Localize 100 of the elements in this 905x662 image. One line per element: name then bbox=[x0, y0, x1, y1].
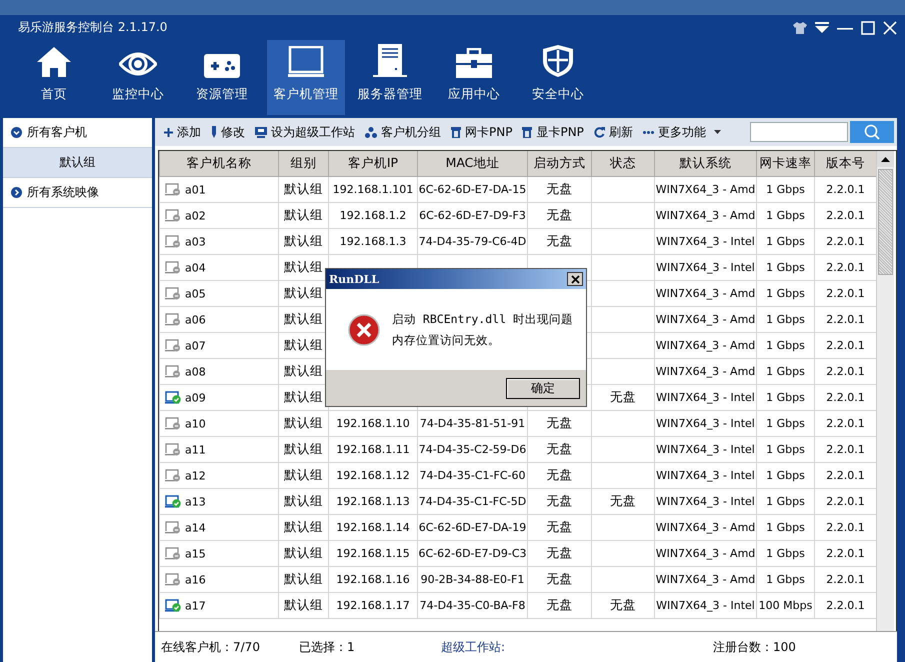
column-header[interactable]: 启动方式 bbox=[528, 151, 592, 176]
table-cell: 默认组 bbox=[278, 202, 328, 228]
table-cell: 1 Gbps bbox=[756, 202, 814, 228]
table-cell: WIN7X64_3 - Intel bbox=[654, 462, 756, 488]
sidebar-item[interactable]: 默认组 bbox=[3, 148, 152, 178]
nav-tab[interactable]: 监控中心 bbox=[99, 40, 177, 115]
toolbar-button[interactable]: 客户机分组 bbox=[360, 124, 446, 140]
table-cell: WIN7X64_3 - Intel bbox=[654, 228, 756, 254]
table-cell: 默认组 bbox=[278, 176, 328, 202]
toolbar-button[interactable]: 网卡PNP bbox=[446, 124, 518, 140]
ok-button[interactable]: 确定 bbox=[506, 378, 580, 398]
gamepad-icon bbox=[204, 54, 240, 78]
status-text[interactable]: 超级工作站: bbox=[441, 638, 713, 656]
table-cell: a15 bbox=[160, 540, 278, 566]
scroll-up-button[interactable] bbox=[877, 151, 894, 167]
status-text: 注册台数：100 bbox=[713, 638, 796, 656]
close-icon[interactable] bbox=[883, 20, 897, 34]
close-button[interactable] bbox=[567, 272, 583, 286]
table-cell: a14 bbox=[160, 514, 278, 540]
table-cell: 1 Gbps bbox=[756, 410, 814, 436]
column-header[interactable]: 网卡速率 bbox=[756, 151, 814, 176]
shirt-icon[interactable] bbox=[793, 22, 807, 34]
more-icon bbox=[642, 130, 654, 134]
table-cell: 无盘 bbox=[592, 384, 654, 410]
table-cell: WIN7X64_3 - Amd bbox=[654, 358, 756, 384]
nav-tab[interactable]: 应用中心 bbox=[435, 40, 513, 115]
table-cell: 默认组 bbox=[278, 514, 328, 540]
monitor-icon bbox=[255, 126, 267, 138]
search-field[interactable] bbox=[750, 122, 848, 142]
table-cell: 1 Gbps bbox=[756, 176, 814, 202]
table-cell: 无盘 bbox=[528, 410, 592, 436]
table-cell: a05 bbox=[160, 280, 278, 306]
table-cell: 192.168.1.11 bbox=[328, 436, 418, 462]
column-header[interactable]: 默认系统 bbox=[654, 151, 756, 176]
table-cell: 192.168.1.3 bbox=[328, 228, 418, 254]
dialog-message: 内存位置访问无效。 bbox=[392, 332, 501, 348]
error-icon bbox=[348, 314, 380, 346]
table-cell: WIN7X64_3 - Amd bbox=[654, 176, 756, 202]
table-cell: 74-D4-35-C1-FC-60 bbox=[418, 462, 528, 488]
table-cell: a04 bbox=[160, 254, 278, 280]
table-cell: 无盘 bbox=[528, 462, 592, 488]
table-cell: WIN7X64_3 - Amd bbox=[654, 332, 756, 358]
toolbar-button[interactable]: 修改 bbox=[206, 124, 250, 140]
monitor-icon bbox=[288, 46, 324, 78]
toolbar-button[interactable]: 刷新 bbox=[588, 124, 638, 140]
table-cell: 无盘 bbox=[528, 228, 592, 254]
column-header[interactable]: 状态 bbox=[592, 151, 654, 176]
scrollbar[interactable] bbox=[876, 151, 894, 631]
nav-tab[interactable]: 服务器管理 bbox=[351, 40, 429, 115]
table-cell: WIN7X64_3 - Amd bbox=[654, 306, 756, 332]
server-icon bbox=[373, 44, 407, 78]
dialog-title: RunDLL bbox=[329, 272, 380, 286]
column-header[interactable]: 客户机名称 bbox=[160, 151, 278, 176]
eye-icon bbox=[119, 50, 157, 78]
column-header[interactable]: 版本号 bbox=[814, 151, 876, 176]
search-button[interactable] bbox=[850, 121, 894, 143]
nav-tab[interactable]: 安全中心 bbox=[519, 40, 597, 115]
shield-icon bbox=[542, 44, 574, 78]
table-cell: a12 bbox=[160, 462, 278, 488]
toolbar-button[interactable]: 设为超级工作站 bbox=[250, 124, 360, 140]
table-cell: 1 Gbps bbox=[756, 488, 814, 514]
up-arrow-icon bbox=[881, 156, 890, 162]
table-cell: WIN7X64_3 - Intel bbox=[654, 436, 756, 462]
caret-icon bbox=[714, 130, 721, 134]
toolbox-icon bbox=[456, 48, 492, 78]
table-cell: 192.168.1.12 bbox=[328, 462, 418, 488]
toolbar-button[interactable]: 更多功能 bbox=[638, 124, 726, 140]
table-cell: a07 bbox=[160, 332, 278, 358]
plus-icon bbox=[164, 128, 173, 136]
table-cell: 1 Gbps bbox=[756, 280, 814, 306]
table-cell: 默认组 bbox=[278, 410, 328, 436]
toolbar-button[interactable]: 添加 bbox=[159, 124, 206, 140]
table-cell: 6C-62-6D-E7-DA-19 bbox=[418, 514, 528, 540]
column-header[interactable]: 组别 bbox=[278, 151, 328, 176]
table-cell: 默认组 bbox=[278, 540, 328, 566]
table-cell: 1 Gbps bbox=[756, 384, 814, 410]
table-cell: 1 Gbps bbox=[756, 254, 814, 280]
nav-tab[interactable]: 首页 bbox=[15, 40, 93, 115]
table-cell: 6C-62-6D-E7-D9-F3 bbox=[418, 202, 528, 228]
table-cell: 192.168.1.101 bbox=[328, 176, 418, 202]
table-cell: 192.168.1.14 bbox=[328, 514, 418, 540]
scroll-thumb[interactable] bbox=[878, 169, 893, 275]
table-cell: 1 Gbps bbox=[756, 462, 814, 488]
search-icon bbox=[864, 124, 880, 140]
table-cell: 1 Gbps bbox=[756, 228, 814, 254]
column-header[interactable]: 客户机IP bbox=[328, 151, 418, 176]
table-cell: 1 Gbps bbox=[756, 514, 814, 540]
dropdown-icon[interactable] bbox=[815, 22, 829, 34]
nav-tab[interactable]: 资源管理 bbox=[183, 40, 261, 115]
close-icon bbox=[570, 274, 580, 284]
sidebar-item[interactable]: 所有系统映像 bbox=[3, 178, 152, 208]
table-cell: 无盘 bbox=[592, 488, 654, 514]
table-cell: 192.168.1.13 bbox=[328, 488, 418, 514]
nav-tab[interactable]: 客户机管理 bbox=[267, 40, 345, 115]
table-cell: 192.168.1.2 bbox=[328, 202, 418, 228]
toolbar-button[interactable]: 显卡PNP bbox=[517, 124, 589, 140]
column-header[interactable]: MAC地址 bbox=[418, 151, 528, 176]
maximize-icon[interactable] bbox=[861, 20, 875, 34]
table-cell: 90-2B-34-88-E0-F1 bbox=[418, 566, 528, 592]
card-icon bbox=[522, 126, 532, 138]
